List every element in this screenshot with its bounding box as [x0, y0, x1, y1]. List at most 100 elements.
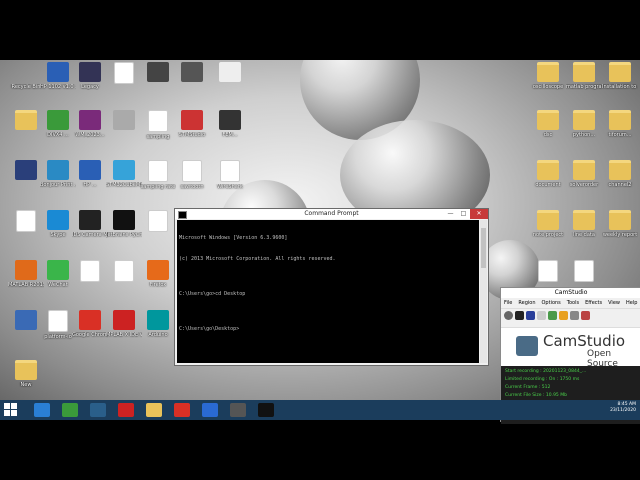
desktop-icon[interactable]: WeChat — [40, 260, 76, 298]
desktop-icon[interactable] — [8, 160, 44, 198]
desktop-icon[interactable]: Recycle Bin — [8, 62, 44, 100]
desktop-icon[interactable] — [140, 62, 176, 100]
desktop-icon[interactable]: dsc — [530, 110, 566, 148]
camstudio-title: CamStudio — [501, 288, 640, 298]
menu-tools[interactable]: Tools — [567, 300, 579, 306]
close-button[interactable]: ✕ — [470, 209, 488, 219]
desktop-icon[interactable]: Installation to ... — [602, 62, 638, 100]
desktop-icon[interactable]: HP 1102 v1.0 ... — [40, 62, 76, 100]
desktop-icon[interactable]: weekly report — [602, 210, 638, 248]
desktop-icon[interactable]: Firefox — [140, 260, 176, 298]
desktop-icon-label: channel2 — [608, 182, 632, 188]
desktop-icon[interactable]: FEM... — [212, 110, 248, 148]
desktop-icon[interactable]: Skype — [40, 210, 76, 248]
desktop-icon[interactable] — [106, 260, 142, 298]
desktop-icon[interactable]: Bonjour Print ... — [40, 160, 76, 198]
system-tray-clock[interactable]: 8:45 AM 23/11/2020 — [610, 402, 636, 414]
menu-help[interactable]: Help — [626, 300, 637, 306]
desktop-icon[interactable]: MATLAB R2019a — [8, 260, 44, 298]
cmd-console[interactable]: Microsoft Windows [Version 6.3.9600] (c)… — [177, 220, 479, 363]
camstudio-toolbar — [501, 309, 640, 328]
desktop-icon[interactable]: Google Chrome — [72, 310, 108, 348]
app-icon — [47, 210, 69, 230]
desktop-icon[interactable]: platform-io — [40, 310, 76, 348]
desktop-icon[interactable]: STM32CubeMX — [106, 160, 142, 198]
desktop-icon[interactable] — [72, 260, 108, 298]
desktop-icon[interactable]: document — [530, 160, 566, 198]
app-icon — [113, 310, 135, 330]
desktop-icon[interactable]: DIVX4 ... — [40, 110, 76, 148]
desktop-icon[interactable]: oscilloscope — [530, 62, 566, 100]
desktop-icon[interactable]: sampling — [140, 110, 176, 148]
camstudio-icon[interactable] — [230, 403, 246, 417]
app-icon — [181, 62, 203, 82]
desktop-icon[interactable]: Arduino — [140, 310, 176, 348]
store-icon[interactable] — [62, 403, 78, 417]
console-line: C:\Users\go>cd Desktop — [179, 291, 246, 297]
app-icon — [147, 260, 169, 280]
menu-view[interactable]: View — [608, 300, 620, 306]
desktop-icon[interactable] — [140, 210, 176, 248]
folder-icon — [609, 110, 631, 130]
mcell-icon[interactable] — [118, 403, 134, 417]
desktop-icon[interactable] — [212, 62, 248, 100]
cmd-titlebar[interactable]: Command Prompt — □ ✕ — [175, 209, 488, 219]
desktop-icon[interactable]: WireShark — [212, 160, 248, 198]
file-explorer-icon[interactable] — [146, 403, 162, 417]
app-icon — [79, 210, 101, 230]
start-button[interactable] — [4, 403, 18, 417]
desktop-icon-label: matlab program — [566, 84, 602, 90]
menu-region[interactable]: Region — [518, 300, 535, 306]
menu-effects[interactable]: Effects — [585, 300, 602, 306]
desktop-icon[interactable]: WM_2023... — [72, 110, 108, 148]
cmd-icon — [178, 211, 187, 219]
desktop-icon[interactable]: tiforum... — [602, 110, 638, 148]
desktop-icon-label: tiforum... — [608, 132, 632, 138]
clock-date: 23/11/2020 — [610, 408, 636, 413]
desktop-icon[interactable]: solverorder — [566, 160, 602, 198]
menu-options[interactable]: Options — [542, 300, 561, 306]
desktop-icon[interactable]: line data — [566, 210, 602, 248]
desktop-icon[interactable]: HP ... — [72, 160, 108, 198]
desktop-icon[interactable] — [174, 62, 210, 100]
desktop-icon[interactable]: JetBrains PyCharm — [106, 210, 142, 248]
annotation-icon[interactable] — [548, 311, 557, 320]
desktop-icon[interactable]: matlab program — [566, 62, 602, 100]
pause-icon[interactable] — [515, 311, 524, 320]
document-icon — [574, 260, 594, 282]
desktop-icon[interactable] — [106, 110, 142, 148]
effects-icon[interactable] — [559, 311, 568, 320]
desktop-icon[interactable]: Legacy — [72, 62, 108, 100]
desktop-icon[interactable]: New — [8, 360, 44, 398]
desktop-icon[interactable]: IDS Camera Manager — [72, 210, 108, 248]
scroll-thumb[interactable] — [481, 228, 486, 268]
desktop-icon[interactable]: STMStudio — [174, 110, 210, 148]
cmd-icon[interactable] — [258, 403, 274, 417]
desktop-icon[interactable]: note project — [530, 210, 566, 248]
desktop-icon[interactable]: python... — [566, 110, 602, 148]
record-icon[interactable] — [504, 311, 513, 320]
desktop-icon[interactable]: MPLAB X IDE v5.15 — [106, 310, 142, 348]
minimize-button[interactable]: — — [444, 209, 457, 219]
desktop-icon[interactable] — [8, 110, 44, 148]
desktop-icon[interactable]: sawtooth — [174, 160, 210, 198]
maximize-button[interactable]: □ — [457, 209, 470, 219]
desktop-icon[interactable] — [106, 62, 142, 100]
region-icon[interactable] — [537, 311, 546, 320]
monitor-icon[interactable] — [90, 403, 106, 417]
cmd-scrollbar[interactable] — [480, 220, 487, 363]
ie-icon[interactable] — [34, 403, 50, 417]
desktop-icon[interactable]: channel2 — [602, 160, 638, 198]
options-icon[interactable] — [570, 311, 579, 320]
audio-icon[interactable] — [581, 311, 590, 320]
desktop-icon[interactable] — [8, 310, 44, 348]
command-prompt-window[interactable]: Command Prompt — □ ✕ Microsoft Windows [… — [174, 208, 489, 366]
outlook-icon[interactable] — [202, 403, 218, 417]
menu-file[interactable]: File — [504, 300, 512, 306]
desktop-icon[interactable]: sampling rate — [140, 160, 176, 198]
desktop-icon[interactable] — [8, 210, 44, 248]
chrome-icon[interactable] — [174, 403, 190, 417]
stop-icon[interactable] — [526, 311, 535, 320]
app-icon — [15, 160, 37, 180]
desktop-icon-label: note project — [532, 232, 564, 238]
